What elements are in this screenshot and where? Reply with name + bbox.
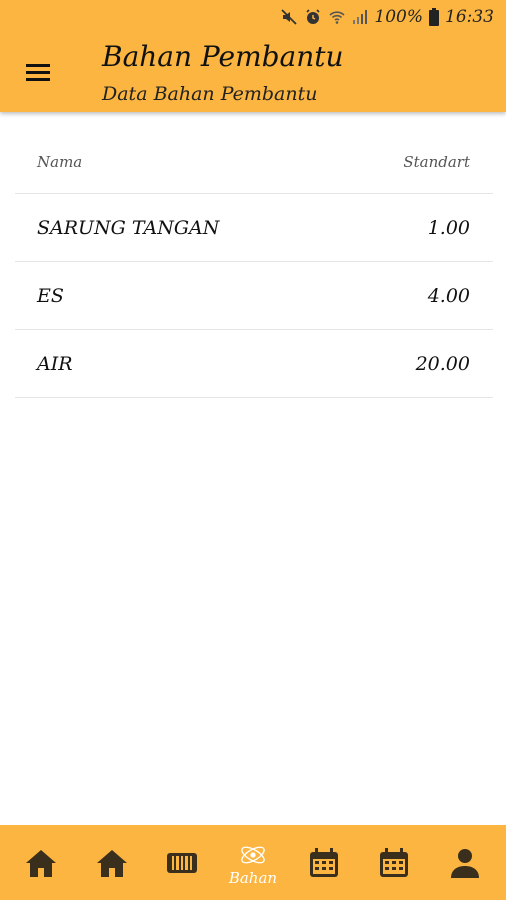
nav-item-calendar-1[interactable]	[294, 828, 354, 898]
row-standard: 20.00	[415, 352, 470, 375]
row-name: ES	[37, 284, 64, 307]
battery-percent: 100%	[374, 7, 423, 27]
column-header-standard: Standart	[403, 152, 470, 171]
bahan-table: Nama Standart SARUNG TANGAN 1.00 ES 4.00…	[15, 130, 493, 398]
battery-icon	[429, 8, 439, 26]
row-standard: 4.00	[427, 284, 470, 307]
page-title: Bahan Pembantu	[102, 40, 344, 73]
table-row[interactable]: SARUNG TANGAN 1.00	[15, 194, 493, 262]
nav-item-home-2[interactable]	[82, 828, 142, 898]
barcode-icon	[167, 852, 198, 873]
table-row[interactable]: AIR 20.00	[15, 330, 493, 398]
nav-item-home-1[interactable]	[11, 828, 71, 898]
nav-item-bahan[interactable]: Bahan	[223, 828, 283, 898]
nav-item-barcode[interactable]	[152, 828, 212, 898]
alarm-icon	[304, 8, 322, 26]
row-name: SARUNG TANGAN	[37, 216, 220, 239]
wifi-icon	[328, 8, 346, 26]
signal-icon	[352, 9, 368, 25]
nav-label-bahan: Bahan	[228, 868, 278, 887]
table-row[interactable]: ES 4.00	[15, 262, 493, 330]
row-name: AIR	[37, 352, 73, 375]
home-icon	[96, 849, 127, 877]
column-header-name: Nama	[37, 152, 83, 171]
table-header: Nama Standart	[15, 130, 493, 194]
nav-item-calendar-2[interactable]	[364, 828, 424, 898]
chemistry-icon	[241, 846, 265, 863]
status-bar: 100% 16:33	[0, 0, 506, 34]
nav-item-profile[interactable]	[435, 828, 495, 898]
home-icon	[26, 849, 57, 877]
page-subtitle: Data Bahan Pembantu	[102, 83, 318, 105]
hamburger-menu-icon[interactable]	[24, 62, 52, 84]
bottom-navigation: Bahan	[0, 825, 506, 900]
calendar-icon	[309, 847, 338, 877]
calendar-icon	[380, 847, 409, 877]
row-standard: 1.00	[427, 216, 470, 239]
person-icon	[450, 848, 479, 878]
app-header: 100% 16:33 Bahan Pembantu Data Bahan Pem…	[0, 0, 506, 112]
clock: 16:33	[445, 7, 494, 27]
mute-icon	[280, 8, 298, 26]
